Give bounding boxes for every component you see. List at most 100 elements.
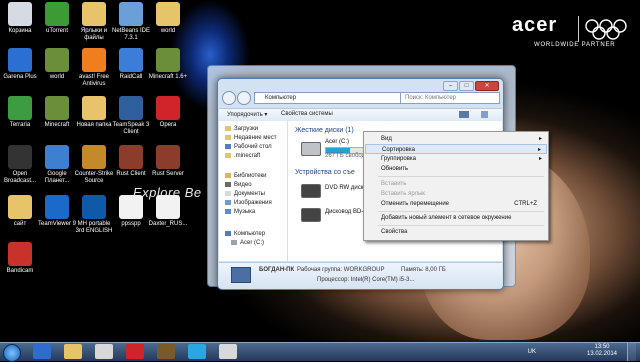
menu-item-add-network-location[interactable]: Добавить новый элемент в сетевое окружен… — [365, 213, 547, 223]
taskbar: UK 13:50 13.02.2014 — [0, 342, 640, 362]
nav-item-recent[interactable]: Недавние мест — [225, 135, 276, 141]
desktop-icon-label: uTorrent — [45, 28, 68, 34]
back-button[interactable] — [222, 91, 236, 105]
system-properties-button[interactable]: Свойства системы — [281, 111, 333, 117]
desktop-icon-label: world — [160, 28, 176, 34]
forward-button[interactable] — [237, 91, 251, 105]
opera-icon[interactable] — [126, 344, 144, 359]
context-menu: Вид ▸ Сортировка ▸ Группировка ▸ Обновить В… — [363, 131, 549, 241]
desktop-icon-label: Opera — [159, 122, 177, 128]
desktop-icon-label: TeamSpeak 3 Client — [112, 122, 150, 135]
show-desktop-button[interactable] — [627, 343, 636, 361]
maximize-button[interactable]: □ — [459, 81, 474, 91]
desktop-icon-label: Daxter_RUS... — [148, 221, 188, 227]
menu-item-properties[interactable]: Свойства — [365, 227, 547, 237]
rust-icon — [119, 145, 143, 169]
command-bar: Упорядочить ▾ Свойства системы — [219, 108, 502, 122]
desktop-icon[interactable]: TeamViewer 9 — [37, 195, 77, 228]
desktop-icon[interactable]: Корзина — [0, 2, 40, 35]
desktop-icon[interactable]: world — [37, 48, 77, 81]
nav-item-documents[interactable]: Документы — [225, 191, 265, 197]
desktop-icon[interactable]: Daxter_RUS... — [148, 195, 188, 228]
desktop-icon[interactable]: Terraria — [0, 96, 40, 129]
search-input[interactable]: Поиск: Компьютер — [400, 92, 500, 104]
folder-icon — [8, 195, 32, 219]
start-button[interactable] — [3, 344, 21, 362]
menu-item-undo-move[interactable]: Отменить перемещение CTRL+Z — [365, 199, 547, 209]
nav-item-video[interactable]: Видео — [225, 182, 252, 188]
nav-item-drive-c[interactable]: Acer (C:) — [231, 240, 264, 246]
nav-item-pictures[interactable]: Изображения — [225, 200, 272, 206]
desktop-icon[interactable]: Open Broadcast... — [0, 145, 40, 185]
desktop-icon[interactable]: Minecraft 1.6+ — [148, 48, 188, 81]
menu-item-paste[interactable]: Вставить — [365, 179, 547, 189]
desktop-icon-label: Minecraft — [44, 122, 70, 128]
organize-button[interactable]: Упорядочить ▾ — [227, 111, 267, 118]
desktop-icon[interactable]: ppsspp — [111, 195, 151, 228]
ie-icon[interactable] — [33, 344, 51, 359]
desktop-icon[interactable]: Counter-Strike Source — [74, 145, 114, 185]
desktop-icon[interactable]: Rust Server — [148, 145, 188, 178]
group-hard-disks[interactable]: Жесткие диски (1) — [295, 127, 354, 134]
desktop-icon[interactable]: MH portable 3rd ENGLISH — [74, 195, 114, 235]
desktop-icon[interactable]: Ярлыки и файлы — [74, 2, 114, 42]
navigation-pane: Загрузки Недавние мест Рабочий стол .min… — [219, 121, 288, 261]
pc-name: БОГДАН-ПК — [259, 267, 295, 273]
desktop-icon-label: ppsspp — [121, 221, 141, 227]
desktop-icon[interactable]: сайт — [0, 195, 40, 228]
menu-item-refresh[interactable]: Обновить — [365, 164, 547, 174]
desktop-icon[interactable]: Новая папка — [74, 96, 114, 129]
menu-item-view[interactable]: Вид ▸ — [365, 134, 547, 144]
media-icon[interactable] — [95, 344, 113, 359]
garena-icon — [8, 48, 32, 72]
desktop-icon-label: MH portable 3rd ENGLISH — [75, 221, 113, 234]
menu-item-sort[interactable]: Сортировка ▸ — [365, 144, 547, 154]
language-indicator[interactable]: UK — [528, 349, 536, 355]
skype-icon[interactable] — [188, 344, 206, 359]
close-button[interactable]: ✕ — [475, 81, 499, 91]
desktop-icon-label: Open Broadcast... — [3, 171, 36, 184]
minecraft-icon — [156, 48, 180, 72]
desktop-icon[interactable]: uTorrent — [37, 2, 77, 35]
nav-item-minecraft[interactable]: .minecraft — [225, 153, 260, 159]
desktop-icon[interactable]: avast! Free Antivirus — [74, 48, 114, 88]
group-removable[interactable]: Устройства со съе — [295, 169, 355, 176]
desktop-icon[interactable]: Rust Client — [111, 145, 151, 178]
calculator-icon[interactable] — [219, 344, 237, 359]
view-options-icon[interactable] — [459, 111, 469, 118]
desktop-icon-label: Counter-Strike Source — [74, 171, 114, 184]
bandicam-icon — [8, 242, 32, 266]
desktop-icon[interactable]: NetBeans IDE 7.3.1 — [111, 2, 151, 42]
counter-strike-icon — [82, 145, 106, 169]
wow-icon[interactable] — [157, 344, 175, 359]
desktop-icon[interactable]: RaidCall — [111, 48, 151, 81]
desktop-icon-label: Google Планет... — [44, 171, 70, 184]
menu-item-group[interactable]: Группировка ▸ — [365, 154, 547, 164]
address-bar[interactable]: Компьютер — [254, 92, 404, 104]
file-icon — [156, 195, 180, 219]
hard-drive-icon — [301, 142, 321, 156]
explorer-icon[interactable] — [64, 344, 82, 359]
memory-text: Память: 8,00 ГБ — [401, 267, 446, 273]
desktop-icon[interactable]: TeamSpeak 3 Client — [111, 96, 151, 136]
nav-item-desktop[interactable]: Рабочий стол — [225, 144, 272, 150]
nav-item-music[interactable]: Музыка — [225, 209, 255, 215]
desktop-icon[interactable]: Bandicam — [0, 242, 40, 275]
preview-pane-icon[interactable] — [481, 111, 488, 118]
desktop-icon[interactable]: world — [148, 2, 188, 35]
desktop-icon-label: Minecraft 1.6+ — [148, 74, 188, 80]
google-earth-icon — [45, 145, 69, 169]
folder-icon — [82, 96, 106, 120]
desktop-icon[interactable]: Garena Plus — [0, 48, 40, 81]
minimize-button[interactable]: – — [443, 81, 458, 91]
desktop-icon[interactable]: Opera — [148, 96, 188, 129]
nav-item-libraries[interactable]: Библиотеки — [225, 173, 267, 179]
nav-item-computer[interactable]: Компьютер — [225, 231, 265, 237]
desktop-icon[interactable]: Google Планет... — [37, 145, 77, 185]
menu-item-paste-shortcut[interactable]: Вставить ярлык — [365, 189, 547, 199]
recycle-bin-icon — [8, 2, 32, 26]
rust-icon — [156, 145, 180, 169]
clock[interactable]: 13:50 13.02.2014 — [582, 344, 622, 358]
nav-item-downloads[interactable]: Загрузки — [225, 126, 258, 132]
desktop-icon[interactable]: Minecraft — [37, 96, 77, 129]
